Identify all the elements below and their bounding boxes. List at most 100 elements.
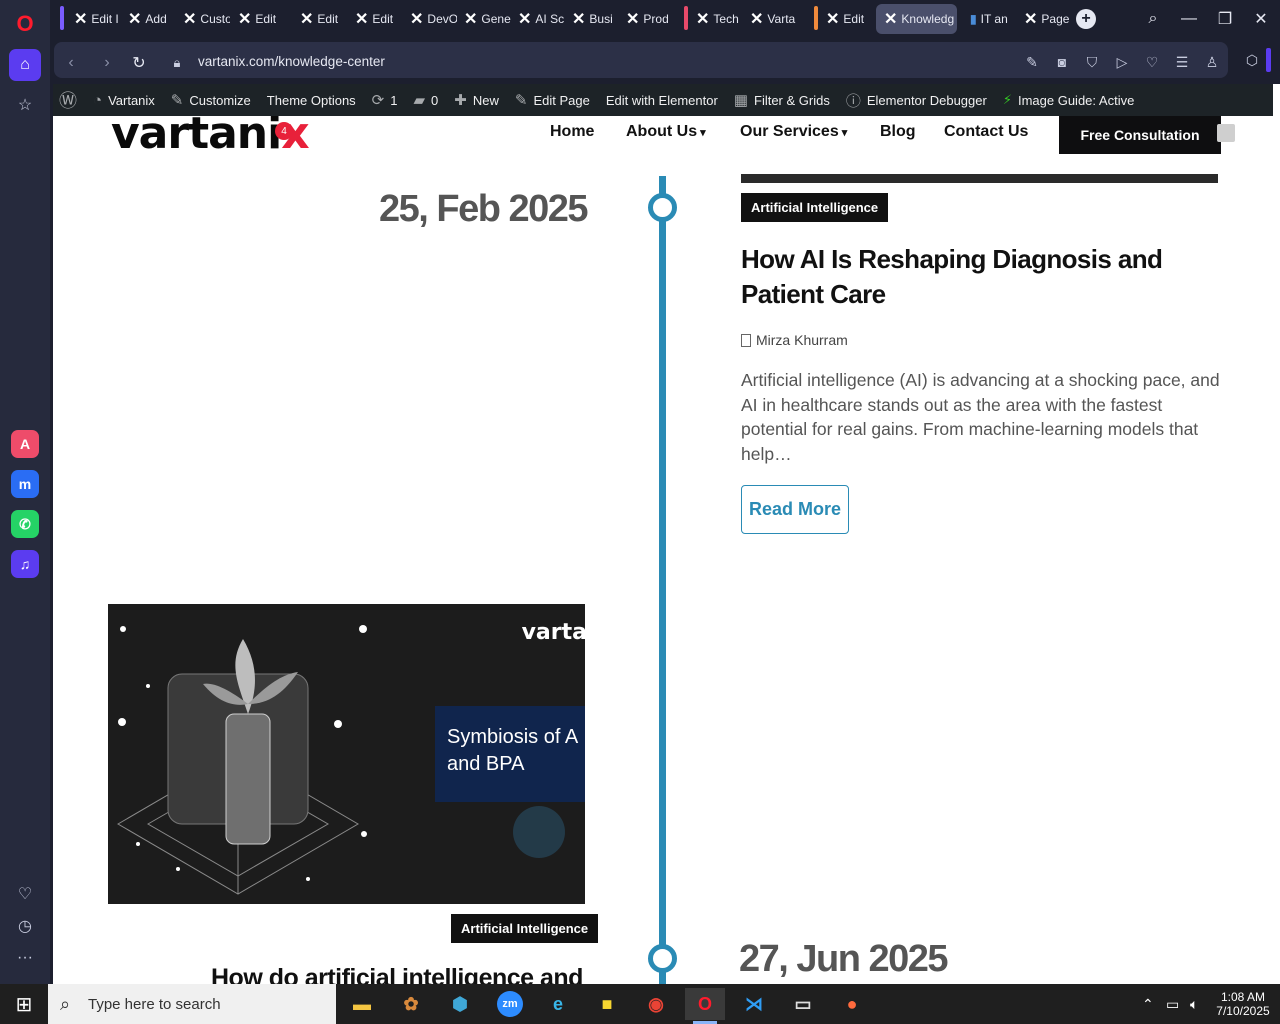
tab-8[interactable]: ✕ AI Sc — [510, 4, 565, 34]
user-icon — [741, 333, 751, 347]
tab-13[interactable]: ✕ Edit — [818, 4, 874, 34]
wp-theme-options-link[interactable]: Theme Options — [259, 84, 364, 116]
terminal-icon[interactable]: ▭ — [783, 988, 823, 1020]
sidebar-accent — [1266, 48, 1271, 72]
windows-start-icon[interactable]: ⊞ — [0, 984, 48, 1024]
timeline-dot — [648, 944, 677, 973]
tab-6[interactable]: ✕ DevO — [402, 4, 457, 34]
heart-icon[interactable]: ♡ — [1142, 52, 1162, 72]
wp-edit-page-link[interactable]: ✎ Edit Page — [507, 84, 598, 116]
tab-10[interactable]: ✕ Prod — [618, 4, 673, 34]
free-consultation-button[interactable]: Free Consultation — [1059, 116, 1221, 154]
tab-5[interactable]: ✕ Edit — [347, 4, 402, 34]
new-tab-plus-icon[interactable]: + — [1076, 9, 1096, 29]
tab-9[interactable]: ✕ Busi — [564, 4, 619, 34]
wp-image-guide-link[interactable]: ⚡︎ Image Guide: Active — [995, 84, 1142, 116]
network-icon[interactable]: ▭ — [1166, 984, 1179, 1024]
reload-icon[interactable]: ↻ — [128, 52, 150, 74]
taskbar-search[interactable]: ⌕ Type here to search — [48, 984, 336, 1024]
tab-12[interactable]: ✕ Varta — [742, 4, 800, 34]
chrome-icon[interactable]: ◉ — [636, 988, 676, 1020]
post-author[interactable]: Mirza Khurram — [741, 332, 848, 348]
search-icon: ⌕ — [60, 994, 71, 1014]
nav-contact[interactable]: Contact Us — [944, 123, 1028, 141]
minimize-icon[interactable]: — — [1174, 6, 1204, 32]
whatsapp-icon[interactable]: ✆ — [11, 510, 39, 538]
camera-icon[interactable]: ◙ — [1052, 52, 1072, 72]
tab-14-active[interactable]: ✕ Knowledg — [876, 4, 957, 34]
paint-app-icon[interactable]: ✿ — [391, 988, 431, 1020]
vartanix-favicon-icon: ✕ — [74, 11, 88, 28]
nav-about[interactable]: About Us ▾ — [626, 123, 706, 141]
music-player-icon[interactable]: ♫ — [11, 550, 39, 578]
wordpress-logo-icon[interactable]: Ⓦ — [53, 84, 85, 116]
read-more-button[interactable]: Read More — [741, 485, 849, 534]
favorites-heart-icon[interactable]: ♡ — [9, 878, 41, 910]
back-icon[interactable]: ‹ — [60, 52, 82, 74]
tab-3[interactable]: ✕ Edit — [230, 4, 285, 34]
profile-icon[interactable]: ♙ — [1202, 52, 1222, 72]
tab-15[interactable]: ▮ IT an — [962, 4, 1016, 34]
messenger-icon[interactable]: m — [11, 470, 39, 498]
nav-blog[interactable]: Blog — [880, 123, 916, 141]
lock-icon[interactable]: 🔒︎ — [166, 52, 188, 74]
speed-dial-star-icon[interactable]: ☆ — [9, 89, 41, 121]
nav-services[interactable]: Our Services ▾ — [740, 123, 847, 141]
vartanix-favicon-icon: ✕ — [572, 11, 586, 28]
edit-icon[interactable]: ✎ — [1022, 52, 1042, 72]
search-tabs-icon[interactable]: ⌕ — [1138, 6, 1168, 32]
admin-avatar[interactable] — [1217, 124, 1235, 142]
wp-updates-link[interactable]: ⟳ 1 — [364, 84, 406, 116]
postman-icon[interactable]: ● — [832, 988, 872, 1020]
more-dots-icon[interactable]: ··· — [9, 942, 41, 974]
vartanix-favicon-icon: ✕ — [300, 11, 314, 28]
close-window-icon[interactable]: ✕ — [1246, 6, 1276, 32]
page-scrollbar[interactable] — [1273, 84, 1280, 984]
opera-logo-icon[interactable]: O — [9, 8, 41, 40]
edge-browser-icon[interactable]: e — [538, 988, 578, 1020]
home-icon[interactable]: ⌂ — [9, 49, 41, 81]
tab-11[interactable]: ✕ Tech — [688, 4, 743, 34]
category-tag[interactable]: Artificial Intelligence — [451, 914, 599, 943]
shield-icon[interactable]: ⛉ — [1082, 52, 1102, 72]
wp-new-link[interactable]: ✚ New — [446, 84, 507, 116]
menu-lines-icon[interactable]: ☰ — [1172, 52, 1192, 72]
file-explorer-icon[interactable]: ▬ — [342, 988, 382, 1020]
opera-taskbar-icon[interactable]: O — [685, 988, 725, 1024]
tab-4[interactable]: ✕ Edit — [292, 4, 347, 34]
restore-icon[interactable]: ❐ — [1210, 6, 1240, 32]
tab-7[interactable]: ✕ Gene — [456, 4, 511, 34]
send-icon[interactable]: ▷ — [1112, 52, 1132, 72]
post-featured-image[interactable]: varta Symbiosis of A and BPA — [108, 604, 585, 904]
extensions-cube-icon[interactable]: ⬡ — [1242, 50, 1262, 70]
wp-edit-elementor-link[interactable]: Edit with Elementor — [598, 84, 726, 116]
aria-app-icon[interactable]: A — [11, 430, 39, 458]
wp-comments-link[interactable]: ▰ 0 — [405, 84, 446, 116]
vartanix-favicon-icon: ✕ — [696, 11, 710, 28]
tab-16[interactable]: ✕ Page — [1016, 4, 1072, 34]
tab-1[interactable]: ✕ Add — [120, 4, 175, 34]
tray-chevron-up-icon[interactable]: ⌃ — [1142, 984, 1154, 1024]
tab-0[interactable]: ✕ Edit I — [66, 4, 121, 34]
wp-customize-link[interactable]: ✎ Customize — [163, 84, 259, 116]
app-hexagon-icon[interactable]: ⬢ — [440, 988, 480, 1020]
forward-icon[interactable]: › — [96, 52, 118, 74]
category-tag[interactable]: Artificial Intelligence — [741, 193, 889, 222]
vscode-icon[interactable]: ⋊ — [734, 988, 774, 1020]
address-field[interactable]: ‹ › ↻ 🔒︎ vartanix.com/knowledge-center ✎… — [54, 42, 1228, 78]
url-text[interactable]: vartanix.com/knowledge-center — [198, 54, 385, 69]
zoom-icon[interactable]: zm — [497, 991, 523, 1017]
sticky-notes-icon[interactable]: ■ — [587, 988, 627, 1020]
wp-debugger-link[interactable]: ⓘ Elementor Debugger — [838, 84, 995, 116]
post-title[interactable]: How do artificial intelligence and — [211, 964, 583, 984]
volume-icon[interactable]: 🔈︎ — [1190, 984, 1198, 1024]
post-title[interactable]: How AI Is Reshaping Diagnosis and Patien… — [741, 242, 1201, 312]
history-clock-icon[interactable]: ◷ — [9, 910, 41, 942]
tab-2[interactable]: ✕ Custo — [175, 4, 230, 34]
clock[interactable]: 1:08 AM 7/10/2025 — [1214, 984, 1272, 1024]
timeline-dot — [648, 193, 677, 222]
wp-filter-grids-link[interactable]: ▦ Filter & Grids — [726, 84, 838, 116]
nav-home[interactable]: Home — [550, 123, 594, 141]
chevron-down-icon: ▾ — [841, 127, 848, 139]
wp-site-link[interactable]: ◔ Vartanix — [85, 84, 163, 116]
